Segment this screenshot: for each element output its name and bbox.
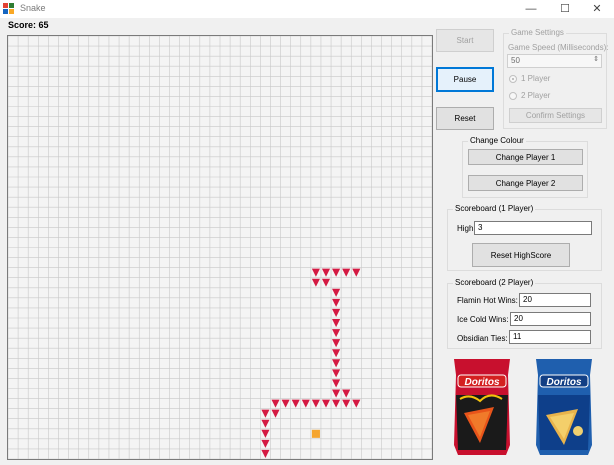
flamin-hot-field[interactable]: 20 [519, 293, 591, 307]
app-icon [3, 3, 14, 14]
two-player-radio[interactable] [509, 92, 517, 100]
game-board[interactable] [7, 35, 433, 460]
flamin-hot-doritos-image: Doritos [454, 359, 510, 455]
obsidian-ties-field[interactable]: 11 [509, 330, 591, 344]
start-button[interactable]: Start [436, 29, 494, 52]
spinner-icon[interactable]: ⇕ [593, 55, 599, 63]
flamin-hot-label: Flamin Hot Wins: [457, 296, 518, 305]
close-button[interactable]: ✕ [580, 0, 614, 18]
one-player-label: 1 Player [521, 74, 551, 83]
ice-cold-field[interactable]: 20 [510, 312, 591, 326]
reset-highscore-button[interactable]: Reset HighScore [472, 243, 570, 267]
window-title: Snake [20, 3, 46, 13]
title-bar: Snake — ☐ ✕ [0, 0, 614, 18]
speed-value: 50 [511, 56, 520, 65]
change-colour-title: Change Colour [468, 136, 526, 145]
score-label: Score: 65 [8, 20, 49, 30]
scoreboard-2p-title: Scoreboard (2 Player) [453, 278, 536, 287]
ice-cold-label: Ice Cold Wins: [457, 315, 509, 324]
change-player1-button[interactable]: Change Player 1 [468, 149, 583, 165]
food-pellet [311, 429, 320, 438]
brand-label: Doritos [465, 377, 500, 388]
change-player2-button[interactable]: Change Player 2 [468, 175, 583, 191]
one-player-radio[interactable] [509, 75, 517, 83]
pause-button[interactable]: Pause [436, 67, 494, 92]
two-player-label: 2 Player [521, 91, 551, 100]
scoreboard-1p-title: Scoreboard (1 Player) [453, 204, 536, 213]
ice-cold-doritos-image: Doritos [536, 359, 592, 455]
reset-button[interactable]: Reset [436, 107, 494, 130]
maximize-button[interactable]: ☐ [548, 0, 582, 18]
brand-label: Doritos [547, 377, 582, 388]
obsidian-ties-label: Obsidian Ties: [457, 334, 508, 343]
speed-input[interactable]: 50 ⇕ [507, 54, 602, 68]
minimize-button[interactable]: — [514, 0, 548, 18]
game-settings-title: Game Settings [509, 28, 566, 37]
speed-label: Game Speed (Milliseconds): [508, 43, 609, 52]
confirm-settings-button[interactable]: Confirm Settings [509, 108, 602, 123]
highscore-field[interactable]: 3 [474, 221, 592, 235]
